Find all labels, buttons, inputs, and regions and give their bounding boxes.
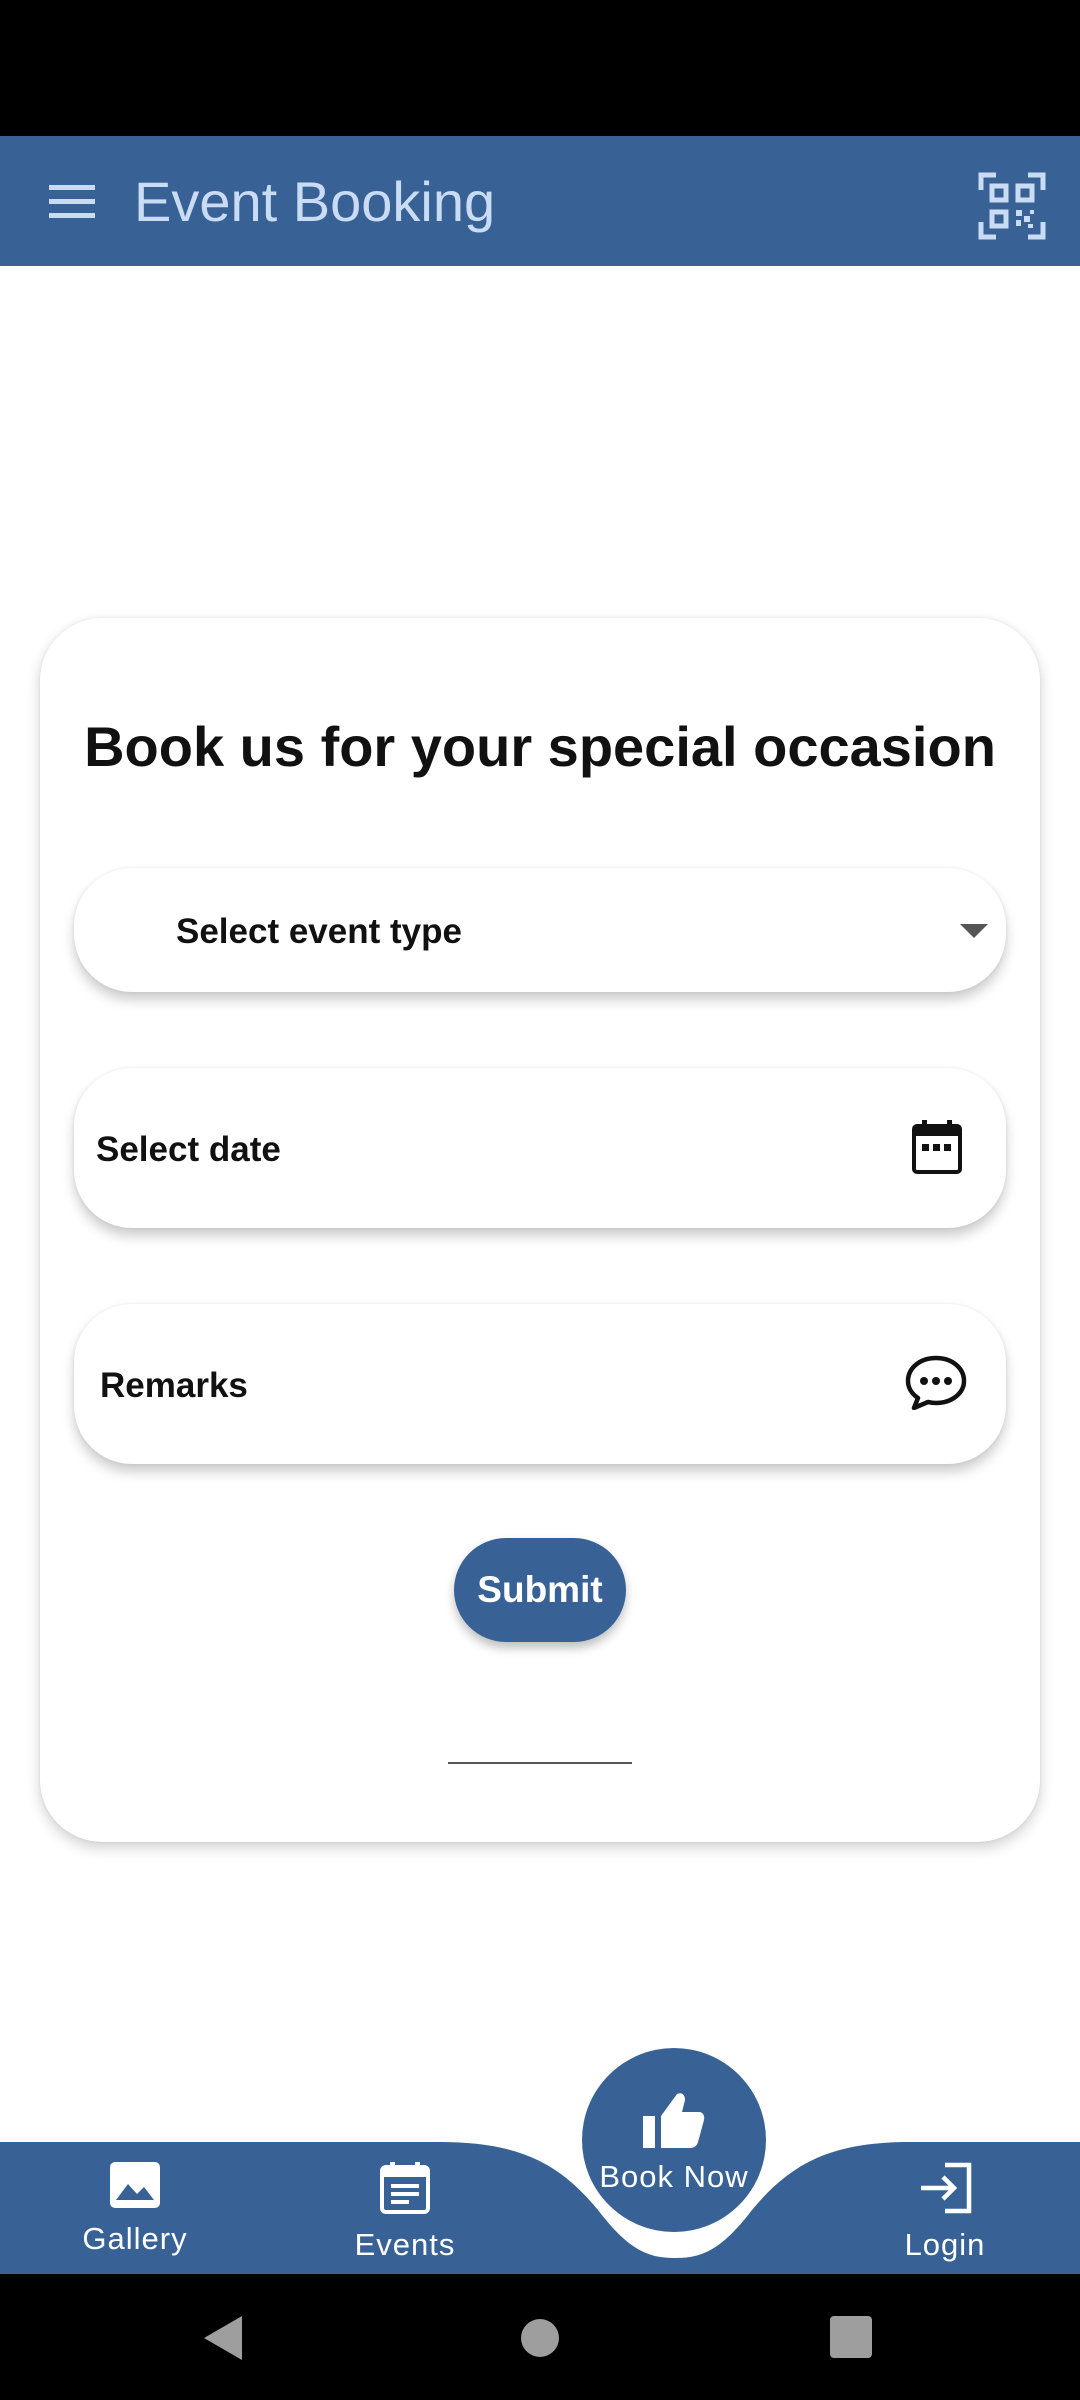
book-now-button[interactable]: Book Now: [582, 2048, 766, 2232]
hamburger-menu-icon: [49, 185, 95, 218]
bottom-nav-bar: Gallery Events Login: [0, 2080, 1080, 2274]
booking-card: Book us for your special occasion Select…: [40, 618, 1040, 1842]
dropdown-arrow-icon: [960, 924, 988, 938]
nav-events[interactable]: Events: [305, 2162, 505, 2263]
nav-login-label: Login: [904, 2227, 986, 2262]
menu-button[interactable]: [36, 166, 108, 238]
app-bar: Event Booking: [0, 136, 1080, 266]
date-picker-field[interactable]: Select date: [74, 1068, 1006, 1228]
system-nav-bar: [0, 2274, 1080, 2400]
calendar-icon[interactable]: [912, 1120, 962, 1174]
thumbs-up-icon: [643, 2093, 705, 2148]
image-icon: [110, 2162, 160, 2208]
back-icon[interactable]: [202, 2314, 246, 2362]
nav-gallery-label: Gallery: [82, 2221, 188, 2256]
date-label: Select date: [96, 1130, 281, 1169]
chat-bubble-icon: [905, 1355, 967, 1410]
home-icon[interactable]: [520, 2318, 560, 2358]
remarks-field[interactable]: Remarks: [74, 1304, 1006, 1464]
remarks-label: Remarks: [100, 1366, 248, 1405]
qr-scan-button[interactable]: [978, 172, 1046, 240]
nav-events-label: Events: [354, 2227, 456, 2262]
login-icon: [921, 2162, 972, 2214]
event-type-dropdown[interactable]: Select event type: [74, 868, 1006, 992]
divider-line: [448, 1762, 632, 1764]
qr-code-scan-icon: [978, 172, 1046, 240]
book-now-label: Book Now: [599, 2159, 749, 2194]
nav-login[interactable]: Login: [845, 2162, 1045, 2263]
event-note-icon: [380, 2162, 430, 2214]
booking-heading: Book us for your special occasion: [84, 715, 996, 778]
recents-icon[interactable]: [830, 2316, 872, 2358]
event-type-label: Select event type: [176, 912, 462, 951]
app-title: Event Booking: [134, 170, 496, 233]
status-bar: [0, 0, 1080, 136]
submit-button[interactable]: Submit: [454, 1538, 626, 1642]
nav-gallery[interactable]: Gallery: [35, 2162, 235, 2257]
